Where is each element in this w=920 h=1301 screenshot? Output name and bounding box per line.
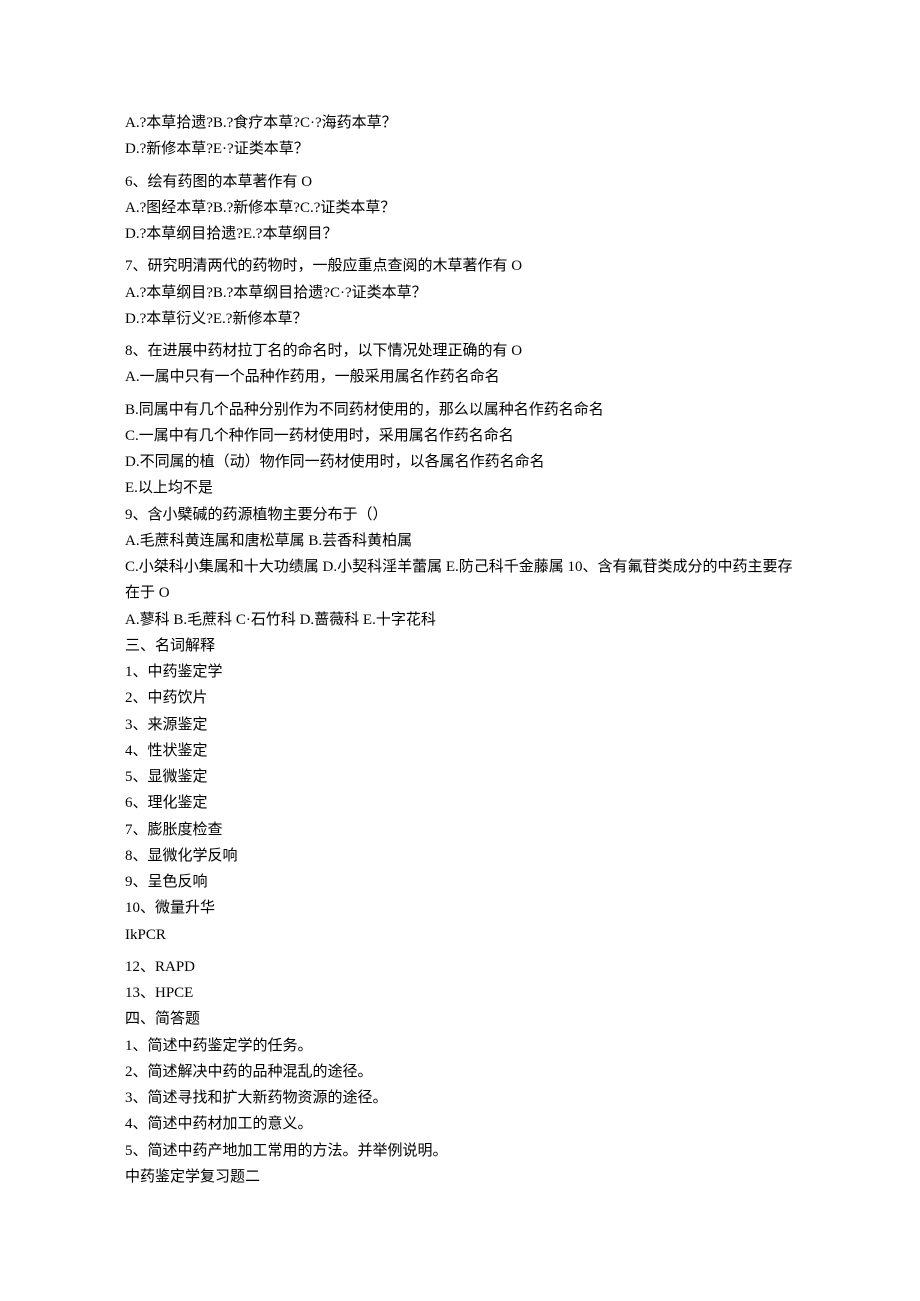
text-line: 9、呈色反响	[125, 869, 795, 895]
text-line: 3、来源鉴定	[125, 712, 795, 738]
text-line: D.?本草纲目拾遗?E.?本草纲目？	[125, 221, 795, 247]
text-line: 三、名词解释	[125, 633, 795, 659]
text-line: 5、简述中药产地加工常用的方法。并举例说明。	[125, 1138, 795, 1164]
text-line: 9、含小檗碱的药源植物主要分布于（）	[125, 502, 795, 528]
text-line: E.以上均不是	[125, 475, 795, 501]
text-line: C.小桀科小集属和十大功绩属 D.小契科淫羊蕾属 E.防己科千金藤属 10、含有…	[125, 554, 795, 607]
text-line: 8、在进展中药材拉丁名的命名时，以下情况处理正确的有 O	[125, 338, 795, 364]
text-line: 4、性状鉴定	[125, 738, 795, 764]
text-line: 5、显微鉴定	[125, 764, 795, 790]
text-line: A.一属中只有一个品种作药用，一般采用属名作药名命名	[125, 364, 795, 390]
text-line: A.毛蔗科黄连属和唐松草属 B.芸香科黄柏属	[125, 528, 795, 554]
text-line: 6、理化鉴定	[125, 790, 795, 816]
text-line: 1、中药鉴定学	[125, 659, 795, 685]
text-line: 中药鉴定学复习题二	[125, 1164, 795, 1190]
text-line: A.?图经本草?B.?新修本草?C.?证类本草？	[125, 195, 795, 221]
text-line: A.蓼科 B.毛蔗科 C·石竹科 D.蔷薇科 E.十字花科	[125, 607, 795, 633]
text-line: 7、研究明清两代的药物时，一般应重点查阅的木草著作有 O	[125, 253, 795, 279]
text-line: 4、简述中药材加工的意义。	[125, 1111, 795, 1137]
text-line: 四、简答题	[125, 1006, 795, 1032]
text-line: A.?本草纲目?B.?本草纲目拾遗?C·?证类本草？	[125, 280, 795, 306]
text-line: 12、RAPD	[125, 954, 795, 980]
text-line: C.一属中有几个种作同一药材使用时，采用属名作药名命名	[125, 423, 795, 449]
text-line: D.?新修本草?E·?证类本草？	[125, 136, 795, 162]
text-line: D.不同属的植（动）物作同一药材使用时，以各属名作药名命名	[125, 449, 795, 475]
text-line: 10、微量升华	[125, 895, 795, 921]
text-line: 2、中药饮片	[125, 685, 795, 711]
text-line: D.?本草衍义?E.?新修本草？	[125, 306, 795, 332]
text-line: 3、简述寻找和扩大新药物资源的途径。	[125, 1085, 795, 1111]
text-line: B.同属中有几个品种分别作为不同药材使用的，那么以属种名作药名命名	[125, 397, 795, 423]
text-line: 2、简述解决中药的品种混乱的途径。	[125, 1059, 795, 1085]
text-line: A.?本草拾遗?B.?食疗本草?C·?海药本草？	[125, 110, 795, 136]
text-line: IkPCR	[125, 922, 795, 948]
document-page: A.?本草拾遗?B.?食疗本草?C·?海药本草？D.?新修本草?E·?证类本草？…	[0, 0, 920, 1250]
text-line: 7、膨胀度检查	[125, 817, 795, 843]
text-line: 13、HPCE	[125, 980, 795, 1006]
text-line: 6、绘有药图的本草著作有 O	[125, 169, 795, 195]
text-line: 8、显微化学反响	[125, 843, 795, 869]
text-line: 1、简述中药鉴定学的任务。	[125, 1033, 795, 1059]
